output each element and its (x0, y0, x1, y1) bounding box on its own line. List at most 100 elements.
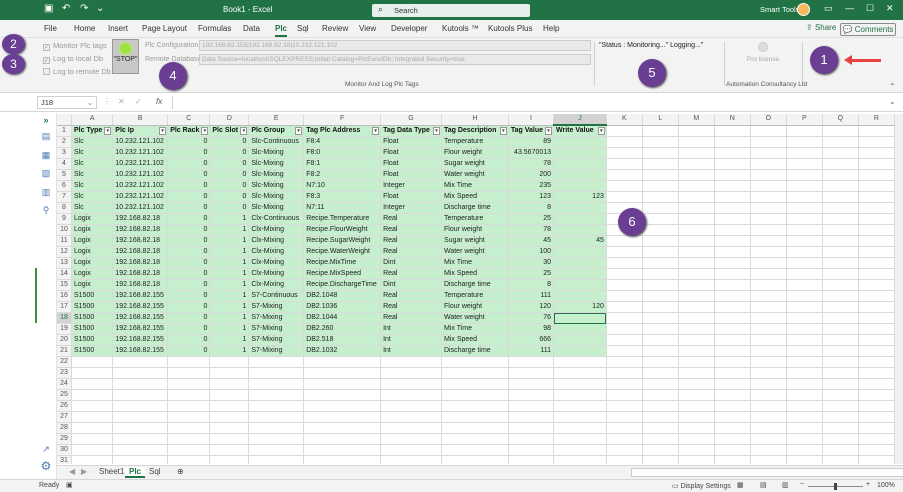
table-cell[interactable]: Clx-Continuous (248, 213, 305, 225)
column-header-b[interactable]: B (112, 114, 169, 126)
plc-configuration-field[interactable]: 192.168.82.155|192.168.82.18|10.232.121.… (199, 40, 591, 51)
row-header[interactable]: 23 (57, 367, 72, 379)
cell[interactable] (786, 213, 823, 225)
table-cell[interactable]: Clx-Mixing (248, 235, 305, 247)
cell[interactable] (858, 246, 895, 258)
cell[interactable] (786, 389, 823, 401)
cell[interactable] (750, 180, 787, 192)
quick-access-dropdown-icon[interactable]: ⌄ (96, 3, 104, 14)
zoom-out-icon[interactable]: − (800, 481, 804, 488)
table-cell[interactable]: Float (380, 136, 442, 148)
cell[interactable] (553, 389, 607, 401)
cell[interactable] (642, 158, 679, 170)
cell[interactable] (441, 444, 509, 456)
expand-pane-icon[interactable]: » (40, 115, 52, 125)
menu-formulas[interactable]: Formulas (198, 24, 231, 33)
cell[interactable] (441, 422, 509, 434)
table-cell[interactable]: Recipe.SugarWeight (303, 235, 382, 247)
row-header[interactable]: 1 (57, 125, 72, 137)
table-cell[interactable]: Slc-Mixing (248, 169, 305, 181)
cell[interactable] (71, 400, 114, 412)
cell[interactable] (714, 158, 751, 170)
table-cell[interactable]: 0 (167, 136, 211, 148)
table-cell[interactable]: 1 (209, 334, 250, 346)
cell[interactable] (678, 136, 715, 148)
table-cell[interactable]: 1 (209, 279, 250, 291)
cell[interactable] (678, 433, 715, 445)
cell[interactable] (714, 334, 751, 346)
column-header-j[interactable]: J (553, 114, 607, 126)
column-header-d[interactable]: D (209, 114, 250, 126)
cell[interactable] (642, 345, 679, 357)
menu-home[interactable]: Home (74, 24, 95, 33)
table-cell[interactable]: Int (380, 345, 442, 357)
cell[interactable] (606, 378, 643, 390)
cell[interactable] (678, 169, 715, 181)
cell[interactable] (750, 125, 787, 137)
table-cell[interactable]: Slc-Mixing (248, 147, 305, 159)
row-header[interactable]: 27 (57, 411, 72, 423)
cell[interactable] (380, 367, 442, 379)
cell[interactable] (642, 290, 679, 302)
table-cell[interactable]: S7-Mixing (248, 312, 305, 324)
display-settings-button[interactable]: ▭ Display Settings (672, 482, 731, 490)
cell[interactable] (822, 224, 859, 236)
table-cell[interactable]: Temperature (441, 213, 509, 225)
table-cell[interactable]: Discharge time (441, 202, 509, 214)
table-cell[interactable]: Logix (71, 279, 114, 291)
table-cell[interactable]: 8 (508, 279, 555, 291)
filter-dropdown-icon[interactable]: ▾ (545, 126, 553, 135)
cell[interactable] (642, 389, 679, 401)
table-cell[interactable]: 25 (508, 213, 555, 225)
cell[interactable] (822, 180, 859, 192)
cell[interactable] (606, 433, 643, 445)
select-all-corner[interactable] (57, 114, 72, 126)
table-cell[interactable]: Clx-Mixing (248, 257, 305, 269)
table-cell[interactable]: 200 (508, 169, 555, 181)
table-header-cell[interactable]: Plc Slot ▾ (209, 125, 250, 137)
column-header-h[interactable]: H (441, 114, 509, 126)
table-cell[interactable]: Discharge time (441, 279, 509, 291)
cell[interactable] (714, 312, 751, 324)
cell[interactable] (786, 202, 823, 214)
page-break-view-icon[interactable]: ▥ (782, 481, 789, 489)
cell[interactable] (606, 169, 643, 181)
cell[interactable] (750, 312, 787, 324)
cell[interactable] (822, 422, 859, 434)
cell[interactable] (112, 389, 169, 401)
cell[interactable] (750, 323, 787, 335)
row-header[interactable]: 21 (57, 345, 72, 357)
table-cell[interactable] (553, 345, 607, 357)
cell[interactable] (441, 455, 509, 464)
cell[interactable] (750, 158, 787, 170)
cell[interactable] (606, 125, 643, 137)
filter-dropdown-icon[interactable]: ▾ (104, 126, 112, 135)
table-cell[interactable]: Slc-Mixing (248, 158, 305, 170)
cell[interactable] (750, 290, 787, 302)
cell[interactable] (858, 378, 895, 390)
cell[interactable] (858, 367, 895, 379)
cell[interactable] (606, 147, 643, 159)
cell[interactable] (167, 455, 211, 464)
table-cell[interactable]: Logix (71, 246, 114, 258)
table-cell[interactable]: Recipe.FlourWeight (303, 224, 382, 236)
table-cell[interactable]: 0 (167, 202, 211, 214)
column-header-f[interactable]: F (303, 114, 382, 126)
cell[interactable] (508, 356, 555, 368)
cell[interactable] (380, 400, 442, 412)
row-header[interactable]: 28 (57, 422, 72, 434)
table-cell[interactable] (553, 158, 607, 170)
cell[interactable] (508, 367, 555, 379)
table-cell[interactable]: Slc (71, 158, 114, 170)
cell[interactable] (858, 345, 895, 357)
cell[interactable] (750, 246, 787, 258)
table-cell[interactable]: Real (380, 301, 442, 313)
cell[interactable] (678, 180, 715, 192)
cell[interactable] (553, 367, 607, 379)
cell[interactable] (553, 378, 607, 390)
cell[interactable] (167, 356, 211, 368)
cell[interactable] (858, 334, 895, 346)
menu-kutools-plus[interactable]: Kutools Plus (488, 24, 532, 33)
cell[interactable] (248, 367, 305, 379)
table-cell[interactable]: Temperature (441, 290, 509, 302)
